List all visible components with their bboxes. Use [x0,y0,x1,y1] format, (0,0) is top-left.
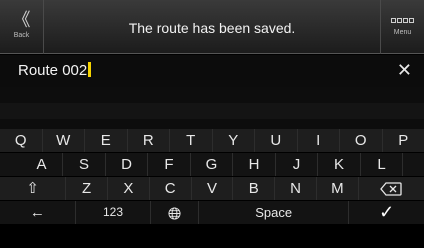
key-i[interactable]: I [298,129,340,152]
backspace-icon [380,182,402,196]
key-q[interactable]: Q [0,129,43,152]
shift-key[interactable]: ⇧ [0,177,67,200]
key-d[interactable]: D [106,153,149,176]
key-row-2: A S D F G H J K L [0,153,424,176]
numbers-key[interactable]: 123 [76,201,152,224]
input-value-wrap: Route 002 [18,62,92,79]
key-p[interactable]: P [383,129,424,152]
close-icon[interactable]: ✕ [397,60,412,80]
key-j[interactable]: J [276,153,319,176]
key-r[interactable]: R [128,129,170,152]
input-value: Route 002 [18,62,88,79]
key-z[interactable]: Z [66,177,109,200]
space-key[interactable]: Space [199,201,350,224]
key-s[interactable]: S [63,153,106,176]
key-u[interactable]: U [255,129,298,152]
key-k[interactable]: K [318,153,361,176]
header-bar: 《 Back The route has been saved. Menu [0,0,424,54]
key-a[interactable]: A [21,153,64,176]
globe-icon [168,206,181,220]
key-n[interactable]: N [275,177,317,200]
key-w[interactable]: W [43,129,85,152]
text-caret [88,62,92,77]
shift-icon: ⇧ [26,180,39,197]
row-spacer [403,153,424,176]
key-row-1: Q W E R T Y U I O P [0,129,424,152]
key-row-3: ⇧ Z X C V B N M [0,177,424,200]
key-e[interactable]: E [85,129,128,152]
checkmark-icon: ✓ [379,202,395,222]
key-t[interactable]: T [170,129,213,152]
status-message: The route has been saved. [128,20,296,36]
key-v[interactable]: V [192,177,234,200]
language-key[interactable] [151,201,200,224]
key-c[interactable]: C [150,177,192,200]
key-o[interactable]: O [340,129,383,152]
row-spacer [0,153,21,176]
arrow-left-icon: ← [29,204,45,221]
empty-suggestion-area [0,87,424,129]
key-row-4: ← 123 Space ✓ [0,201,424,224]
key-h[interactable]: H [233,153,276,176]
key-f[interactable]: F [148,153,191,176]
back-arrow-key[interactable]: ← [0,201,76,224]
key-g[interactable]: G [191,153,234,176]
menu-button[interactable]: Menu [380,0,424,54]
back-label: Back [13,32,30,39]
on-screen-keyboard: Q W E R T Y U I O P A S D F G H J K L ⇧ … [0,129,424,248]
key-l[interactable]: L [361,153,404,176]
key-x[interactable]: X [108,177,150,200]
done-button[interactable]: ✓ [349,201,424,224]
delete-key[interactable] [359,177,424,200]
key-y[interactable]: Y [213,129,255,152]
grid-dots-icon [390,18,414,23]
double-chevron-left-icon: 《 [12,10,31,30]
route-name-input[interactable]: Route 002 ✕ [0,55,424,87]
key-b[interactable]: B [233,177,276,200]
back-button[interactable]: 《 Back [0,0,44,54]
key-m[interactable]: M [317,177,359,200]
menu-label: Menu [393,29,412,36]
